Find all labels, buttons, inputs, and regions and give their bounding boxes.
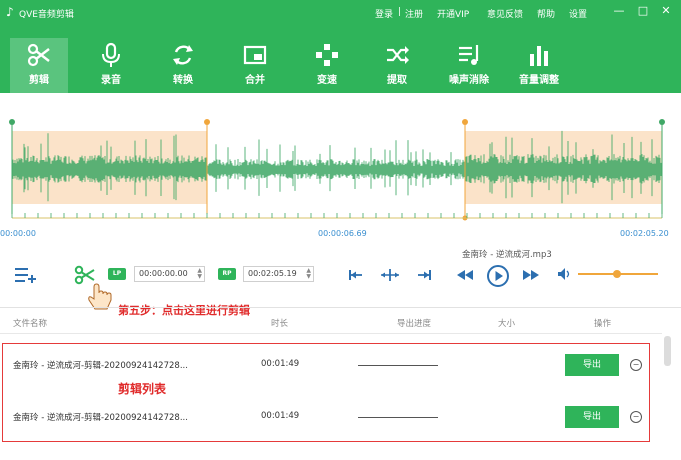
row-1-filename[interactable]: 金南玲 - 逆流成河-剪辑-20200924142728... [13, 359, 188, 371]
feedback-link[interactable]: 意见反馈 [487, 7, 523, 20]
extract-icon [387, 46, 409, 64]
row-2-more-icon[interactable]: − [630, 411, 642, 423]
time-middle: 00:00:06.69 [318, 229, 367, 238]
tool-label: 剪辑 [29, 75, 49, 86]
row-2-progress [358, 417, 438, 418]
lp-time-input[interactable]: 00:00:00.00 ▲ ▼ [134, 266, 205, 282]
help-link[interactable]: 帮助 [537, 7, 555, 20]
end-marker-handle[interactable] [659, 119, 665, 125]
tool-volume-adjust[interactable]: 音量调整 [510, 38, 568, 94]
tool-label: 音量调整 [519, 75, 559, 86]
speed-icon [316, 44, 338, 66]
scissors-icon [27, 43, 50, 67]
microphone-icon [102, 42, 120, 67]
maximize-icon[interactable]: □ [636, 4, 650, 18]
spin-arrows-icon[interactable]: ▲ ▼ [306, 268, 311, 280]
go-to-start-icon[interactable] [348, 268, 364, 282]
fast-forward-icon[interactable] [522, 269, 540, 281]
vip-link[interactable]: 开通VIP [437, 7, 469, 20]
tool-label: 噪声消除 [449, 75, 489, 86]
tool-record[interactable]: 录音 [82, 38, 140, 94]
rp-badge: RP [218, 268, 236, 280]
go-to-middle-icon[interactable] [380, 268, 400, 282]
spin-arrows-icon[interactable]: ▲ ▼ [197, 268, 202, 280]
add-to-list-icon[interactable] [14, 266, 38, 284]
list-scrollbar[interactable] [664, 336, 671, 366]
time-end: 00:02:05.20 [620, 229, 669, 238]
close-icon[interactable]: ✕ [659, 4, 673, 18]
row-1-export-button[interactable]: 导出 [565, 354, 619, 376]
tool-extract[interactable]: 提取 [368, 38, 426, 94]
waveform-area[interactable] [0, 93, 681, 240]
convert-icon [173, 45, 193, 65]
settings-link[interactable]: 设置 [569, 7, 587, 20]
title-separator: | [398, 7, 402, 17]
step-hint: 第五步：点击这里进行剪辑 [118, 304, 250, 317]
rewind-icon[interactable] [456, 269, 474, 281]
row-2-filename[interactable]: 金南玲 - 逆流成河-剪辑-20200924142728... [13, 411, 188, 423]
col-export-progress: 导出进度 [397, 319, 432, 329]
col-filename: 文件名称 [13, 319, 48, 329]
tool-merge[interactable]: 合并 [226, 38, 284, 94]
rp-time-value: 00:02:05.19 [248, 269, 297, 278]
merge-icon [243, 45, 267, 65]
divider [0, 307, 681, 308]
tool-cut[interactable]: 剪辑 [10, 38, 68, 94]
minimize-icon[interactable]: — [612, 4, 626, 18]
ruler-ticks [11, 213, 663, 218]
tool-convert[interactable]: 转换 [154, 38, 212, 94]
tool-label: 变速 [317, 75, 337, 86]
cut-scissors-icon[interactable] [74, 265, 96, 285]
row-2-export-button[interactable]: 导出 [565, 406, 619, 428]
tool-noise-removal[interactable]: 噪声消除 [440, 38, 498, 94]
time-start: 00:00:00 [0, 229, 36, 238]
header-divider [0, 333, 662, 334]
clip-list-label: 剪辑列表 [118, 382, 167, 396]
left-point-marker-handle[interactable] [204, 119, 210, 125]
start-marker-handle[interactable] [9, 119, 15, 125]
tool-label: 转换 [173, 75, 193, 86]
tool-label: 提取 [387, 75, 407, 86]
speaker-icon[interactable] [557, 267, 571, 281]
tool-speed[interactable]: 变速 [298, 38, 356, 94]
right-point-marker-handle[interactable] [462, 119, 468, 125]
current-file-name: 金南玲 - 逆流成河.mp3 [462, 250, 552, 260]
rp-time-input[interactable]: 00:02:05.19 ▲ ▼ [243, 266, 314, 282]
col-duration: 时长 [271, 319, 289, 329]
volume-adjust-icon [530, 46, 548, 66]
app-title: QVE音频剪辑 [19, 10, 74, 20]
play-icon[interactable] [486, 264, 510, 288]
row-1-duration: 00:01:49 [261, 359, 300, 369]
tool-label: 合并 [245, 75, 265, 86]
col-actions: 操作 [594, 319, 612, 329]
music-note-icon: ♪ [6, 5, 14, 19]
go-to-end-icon[interactable] [416, 268, 432, 282]
tool-label: 录音 [101, 75, 121, 86]
volume-slider-handle[interactable] [613, 270, 621, 278]
row-1-progress [358, 365, 438, 366]
row-2-duration: 00:01:49 [261, 411, 300, 421]
title-bar: ♪ QVE音频剪辑 登录 | 注册 开通VIP 意见反馈 帮助 设置 — □ ✕ [0, 0, 681, 24]
clip-list-highlight [2, 343, 650, 442]
login-link[interactable]: 登录 [375, 7, 393, 20]
noise-removal-icon [459, 45, 479, 65]
col-size: 大小 [498, 319, 516, 329]
hand-pointer-icon [88, 283, 112, 310]
lp-badge: LP [108, 268, 126, 280]
waveform[interactable] [0, 93, 681, 240]
register-link[interactable]: 注册 [405, 7, 423, 20]
row-1-more-icon[interactable]: − [630, 359, 642, 371]
lp-time-value: 00:00:00.00 [139, 269, 188, 278]
